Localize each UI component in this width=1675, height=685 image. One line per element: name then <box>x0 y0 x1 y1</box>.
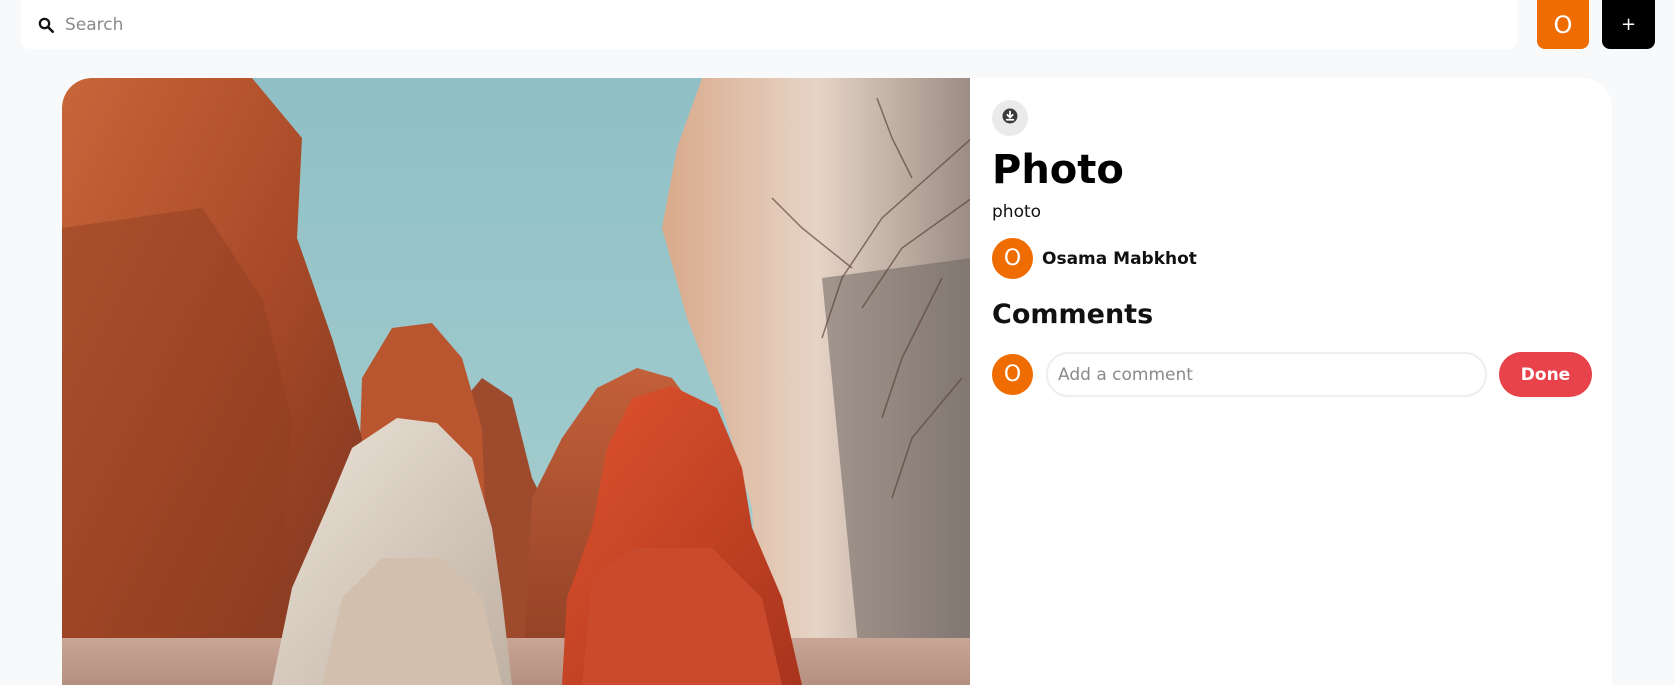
search-bar[interactable] <box>21 0 1517 49</box>
comments-heading: Comments <box>992 299 1154 330</box>
create-button[interactable]: + <box>1602 0 1655 49</box>
author-avatar[interactable]: O <box>992 238 1033 279</box>
pin-image <box>62 78 970 685</box>
done-button[interactable]: Done <box>1499 352 1592 397</box>
comment-form: O Done <box>992 352 1592 397</box>
pin-card: Photo photo O Osama Mabkhot Comments O D… <box>62 78 1612 685</box>
comment-input[interactable] <box>1046 352 1487 397</box>
download-button[interactable] <box>992 100 1028 136</box>
pin-description: photo <box>992 202 1042 222</box>
search-input[interactable] <box>65 14 1465 35</box>
commenter-avatar: O <box>992 354 1033 395</box>
pin-details: Photo photo O Osama Mabkhot Comments O D… <box>970 78 1612 685</box>
top-bar: O + <box>0 0 1675 66</box>
user-avatar-button[interactable]: O <box>1537 0 1589 49</box>
search-icon <box>35 14 57 36</box>
author[interactable]: O Osama Mabkhot <box>992 238 1592 279</box>
author-name[interactable]: Osama Mabkhot <box>1042 249 1197 269</box>
download-icon <box>1001 107 1019 129</box>
pin-title: Photo <box>992 147 1124 193</box>
